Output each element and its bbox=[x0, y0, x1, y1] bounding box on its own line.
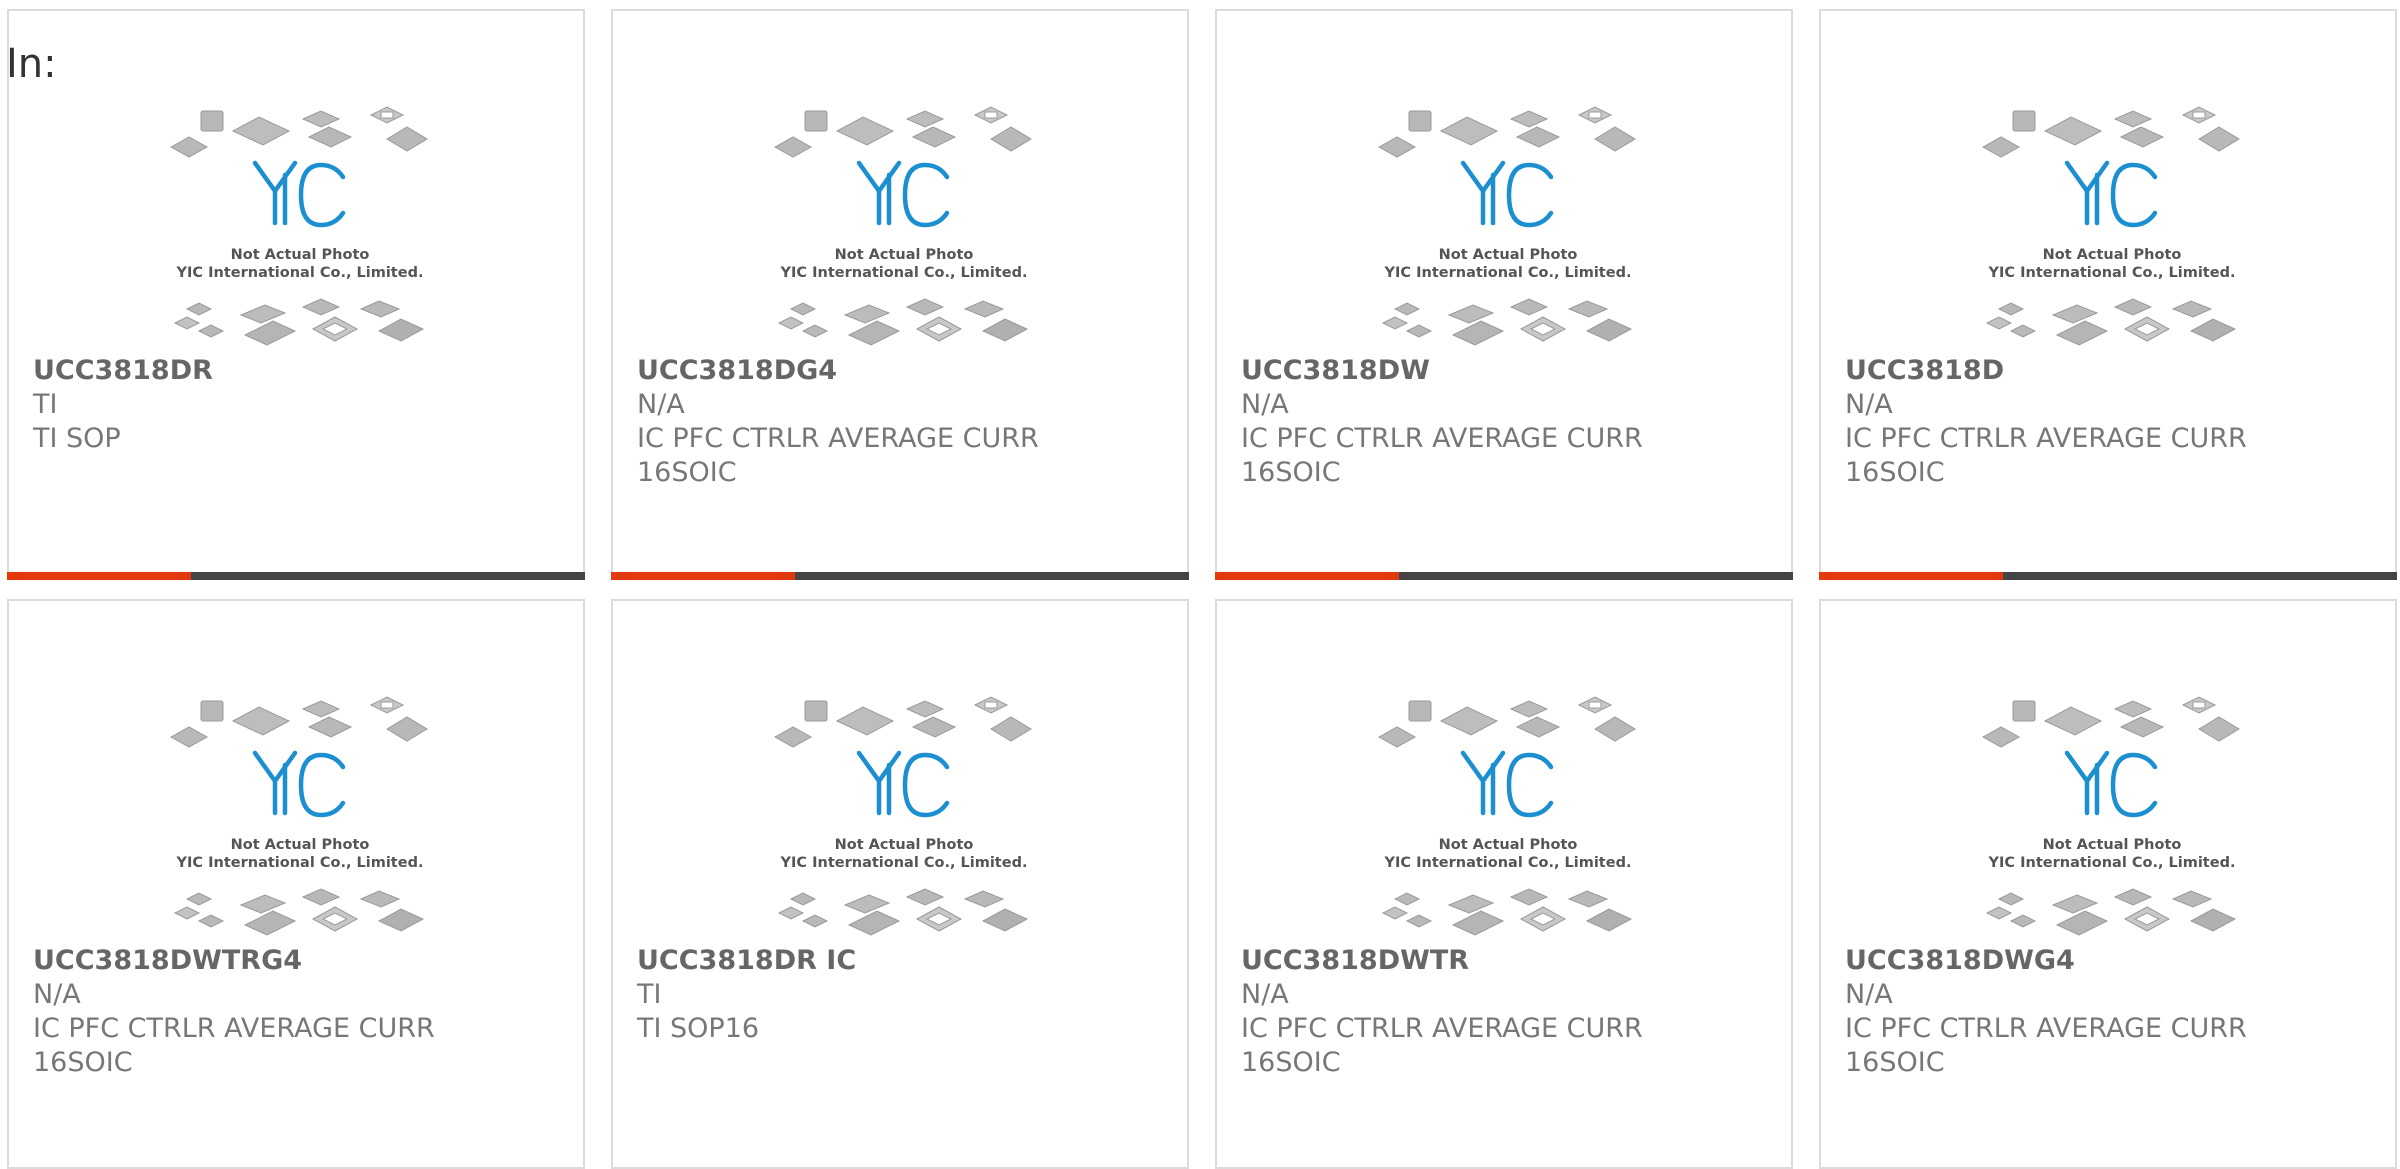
card-bottom-bar bbox=[611, 572, 1189, 580]
photo-note-line2: YIC International Co., Limited. bbox=[1988, 855, 2236, 871]
part-number-link[interactable]: UCC3818DWTRG4 bbox=[33, 944, 573, 978]
brand: N/A bbox=[637, 389, 685, 420]
photo-note-line1: Not Actual Photo bbox=[231, 247, 370, 263]
chip-placeholder-image: Not Actual Photo YIC International Co., … bbox=[1378, 696, 1636, 936]
brand: N/A bbox=[33, 979, 81, 1010]
chip-placeholder-image: Not Actual Photo YIC International Co., … bbox=[170, 696, 428, 936]
part-number-link[interactable]: UCC3818DWG4 bbox=[1845, 944, 2385, 978]
photo-note-line1: Not Actual Photo bbox=[835, 837, 974, 853]
photo-note-line2: YIC International Co., Limited. bbox=[176, 265, 424, 281]
photo-note-line2: YIC International Co., Limited. bbox=[1384, 265, 1632, 281]
in-label: In: bbox=[6, 41, 57, 87]
description: IC PFC CTRLR AVERAGE CURR 16SOIC bbox=[637, 423, 1039, 488]
product-card[interactable]: Not Actual Photo YIC International Co., … bbox=[1215, 9, 1793, 580]
part-number-link[interactable]: UCC3818D bbox=[1845, 354, 2385, 388]
product-card[interactable]: Not Actual Photo YIC International Co., … bbox=[7, 9, 585, 580]
product-card[interactable]: Not Actual Photo YIC International Co., … bbox=[611, 599, 1189, 1169]
chip-placeholder-image: Not Actual Photo YIC International Co., … bbox=[1982, 696, 2240, 936]
photo-note-line1: Not Actual Photo bbox=[2043, 837, 2182, 853]
chip-placeholder-image: Not Actual Photo YIC International Co., … bbox=[1982, 106, 2240, 346]
card-accent-bar bbox=[611, 572, 795, 580]
brand: N/A bbox=[1241, 389, 1289, 420]
photo-note-line1: Not Actual Photo bbox=[835, 247, 974, 263]
photo-note-line2: YIC International Co., Limited. bbox=[780, 265, 1028, 281]
brand: N/A bbox=[1241, 979, 1289, 1010]
description: IC PFC CTRLR AVERAGE CURR 16SOIC bbox=[1241, 1013, 1643, 1078]
part-number-link[interactable]: UCC3818DR bbox=[33, 354, 573, 388]
card-accent-bar bbox=[1819, 572, 2003, 580]
description: IC PFC CTRLR AVERAGE CURR 16SOIC bbox=[1241, 423, 1643, 488]
product-card[interactable]: Not Actual Photo YIC International Co., … bbox=[1215, 599, 1793, 1169]
chip-placeholder-image: Not Actual Photo YIC International Co., … bbox=[774, 106, 1032, 346]
photo-note-line2: YIC International Co., Limited. bbox=[780, 855, 1028, 871]
card-bottom-bar bbox=[7, 572, 585, 580]
description: IC PFC CTRLR AVERAGE CURR 16SOIC bbox=[1845, 1013, 2247, 1078]
brand: N/A bbox=[1845, 389, 1893, 420]
chip-placeholder-image: Not Actual Photo YIC International Co., … bbox=[170, 106, 428, 346]
description: TI SOP bbox=[33, 423, 121, 454]
brand: TI bbox=[33, 389, 58, 420]
description: IC PFC CTRLR AVERAGE CURR 16SOIC bbox=[33, 1013, 435, 1078]
card-bottom-bar bbox=[1819, 572, 2397, 580]
part-number-link[interactable]: UCC3818DG4 bbox=[637, 354, 1177, 388]
photo-note-line2: YIC International Co., Limited. bbox=[1988, 265, 2236, 281]
product-card[interactable]: Not Actual Photo YIC International Co., … bbox=[1819, 9, 2397, 580]
part-number-link[interactable]: UCC3818DWTR bbox=[1241, 944, 1781, 978]
description: TI SOP16 bbox=[637, 1013, 760, 1044]
part-number-link[interactable]: UCC3818DW bbox=[1241, 354, 1781, 388]
product-card[interactable]: Not Actual Photo YIC International Co., … bbox=[611, 9, 1189, 580]
part-number-link[interactable]: UCC3818DR IC bbox=[637, 944, 1177, 978]
card-accent-bar bbox=[1215, 572, 1399, 580]
product-card[interactable]: Not Actual Photo YIC International Co., … bbox=[1819, 599, 2397, 1169]
product-card[interactable]: Not Actual Photo YIC International Co., … bbox=[7, 599, 585, 1169]
card-bottom-bar bbox=[1215, 572, 1793, 580]
brand: N/A bbox=[1845, 979, 1893, 1010]
photo-note-line2: YIC International Co., Limited. bbox=[176, 855, 424, 871]
description: IC PFC CTRLR AVERAGE CURR 16SOIC bbox=[1845, 423, 2247, 488]
product-grid: Not Actual Photo YIC International Co., … bbox=[0, 0, 2400, 1169]
photo-note-line1: Not Actual Photo bbox=[1439, 247, 1578, 263]
card-accent-bar bbox=[7, 572, 191, 580]
photo-note-line2: YIC International Co., Limited. bbox=[1384, 855, 1632, 871]
chip-placeholder-image: Not Actual Photo YIC International Co., … bbox=[774, 696, 1032, 936]
brand: TI bbox=[637, 979, 662, 1010]
chip-placeholder-image: Not Actual Photo YIC International Co., … bbox=[1378, 106, 1636, 346]
photo-note-line1: Not Actual Photo bbox=[2043, 247, 2182, 263]
photo-note-line1: Not Actual Photo bbox=[1439, 837, 1578, 853]
photo-note-line1: Not Actual Photo bbox=[231, 837, 370, 853]
